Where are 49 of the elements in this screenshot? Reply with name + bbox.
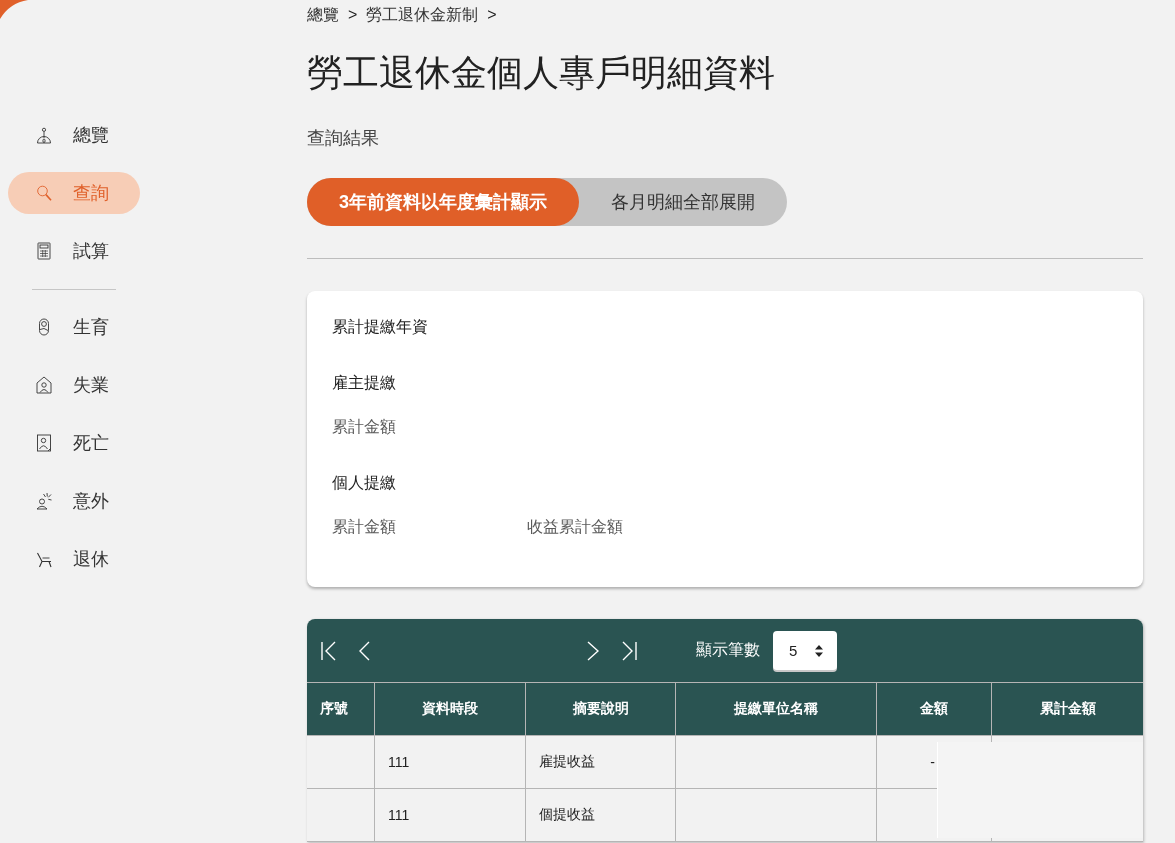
table-cell	[307, 736, 375, 789]
column-header: 累計金額	[992, 683, 1143, 736]
column-header: 序號	[307, 683, 375, 736]
lounge-chair-icon	[36, 550, 52, 568]
breadcrumb-link[interactable]: 勞工退休金新制	[366, 5, 479, 25]
table-cell: 個提收益	[526, 789, 676, 842]
toggle-option[interactable]: 各月明細全部展開	[579, 178, 787, 226]
search-icon	[36, 184, 52, 202]
column-header: 金額	[877, 683, 992, 736]
field-label: 累計金額	[332, 417, 396, 437]
section-heading: 累計提繳年資	[332, 317, 428, 337]
previous-page-icon[interactable]	[359, 639, 370, 662]
table-cell: 雇提收益	[526, 736, 676, 789]
first-page-icon[interactable]	[321, 639, 337, 662]
section-heading: 個人提繳	[332, 473, 396, 493]
next-page-icon[interactable]	[587, 639, 599, 662]
sidebar-item[interactable]: 生育	[8, 306, 140, 348]
baby-icon	[36, 318, 52, 336]
table-cell: 111	[375, 736, 526, 789]
table-cell: 111	[375, 789, 526, 842]
breadcrumb-separator: >	[487, 5, 497, 25]
column-header: 資料時段	[375, 683, 526, 736]
sidebar-item[interactable]: 試算	[8, 230, 140, 272]
joystick-icon	[36, 126, 52, 144]
person-burst-icon	[36, 492, 52, 510]
breadcrumb-link[interactable]: 總覽	[307, 5, 339, 25]
breadcrumb-separator: >	[348, 5, 358, 25]
page-title: 勞工退休金個人專戶明細資料	[307, 51, 775, 95]
sidebar-item[interactable]: 總覽	[8, 114, 140, 156]
up-down-caret-icon	[815, 644, 823, 657]
sidebar-item[interactable]: 退休	[8, 538, 140, 580]
portrait-frame-icon	[36, 434, 52, 452]
calculator-icon	[36, 242, 52, 260]
corner-decoration	[0, 0, 28, 19]
column-header: 摘要說明	[526, 683, 676, 736]
sidebar-item[interactable]: 失業	[8, 364, 140, 406]
section-heading: 雇主提繳	[332, 373, 396, 393]
page-size-label: 顯示筆數	[696, 640, 760, 660]
toggle-option[interactable]: 3年前資料以年度彙計顯示	[307, 178, 579, 226]
sidebar-item[interactable]: 死亡	[8, 422, 140, 464]
table-cell	[307, 789, 375, 842]
result-label: 查詢結果	[307, 127, 379, 150]
field-label: 收益累計金額	[527, 517, 623, 537]
column-header: 提繳單位名稱	[676, 683, 877, 736]
field-label: 累計金額	[332, 517, 396, 537]
house-person-icon	[36, 376, 52, 394]
last-page-icon[interactable]	[621, 639, 637, 662]
page-size-select[interactable]: 5	[773, 631, 837, 670]
sidebar-item[interactable]: 意外	[8, 480, 140, 522]
